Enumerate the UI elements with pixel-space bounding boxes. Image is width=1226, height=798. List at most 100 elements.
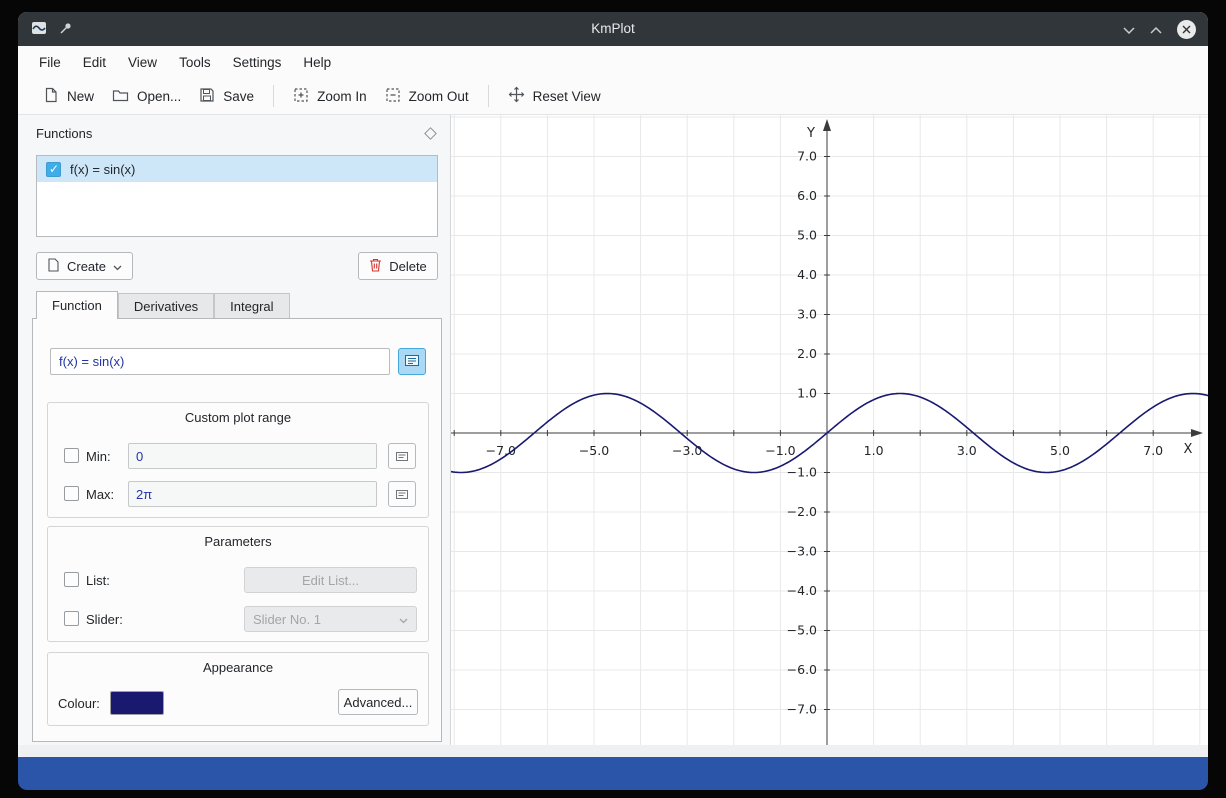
- svg-text:7.0: 7.0: [797, 149, 817, 164]
- svg-text:4.0: 4.0: [797, 267, 817, 282]
- svg-text:−3.0: −3.0: [672, 443, 702, 458]
- function-list: f(x) = sin(x): [36, 155, 438, 237]
- tab-function[interactable]: Function: [36, 291, 118, 319]
- maximize-icon[interactable]: [1150, 22, 1162, 37]
- kmplot-window: KmPlot File Edit View Tools Settings Hel…: [18, 12, 1208, 757]
- open-button[interactable]: Open...: [103, 82, 190, 111]
- zoom-in-button[interactable]: Zoom In: [284, 82, 376, 111]
- plot-area[interactable]: −7.0−5.0−3.0−1.01.03.05.07.07.06.05.04.0…: [450, 115, 1208, 745]
- equation-input[interactable]: [50, 348, 390, 375]
- function-label: f(x) = sin(x): [70, 162, 135, 177]
- svg-text:7.0: 7.0: [1143, 443, 1163, 458]
- shade-icon[interactable]: [1123, 22, 1135, 37]
- dock-title: Functions: [36, 126, 426, 141]
- min-checkbox[interactable]: [64, 448, 79, 463]
- svg-text:2.0: 2.0: [797, 346, 817, 361]
- menubar: File Edit View Tools Settings Help: [18, 46, 1208, 78]
- toolbar-separator: [488, 85, 489, 107]
- max-editor-button[interactable]: [388, 481, 416, 507]
- equation-editor-button[interactable]: [398, 348, 426, 375]
- reset-view-button[interactable]: Reset View: [499, 81, 610, 111]
- zoom-out-button[interactable]: Zoom Out: [376, 82, 478, 111]
- slider-combobox[interactable]: Slider No. 1: [244, 606, 417, 632]
- svg-text:1.0: 1.0: [864, 443, 884, 458]
- group-title: Custom plot range: [48, 403, 428, 425]
- svg-text:3.0: 3.0: [957, 443, 977, 458]
- chevron-down-icon: [113, 259, 122, 274]
- svg-text:−2.0: −2.0: [787, 504, 817, 519]
- svg-text:−6.0: −6.0: [787, 662, 817, 677]
- appearance-group: Appearance Colour: Advanced...: [47, 652, 429, 726]
- svg-text:−1.0: −1.0: [787, 465, 817, 480]
- save-button[interactable]: Save: [190, 82, 263, 111]
- svg-text:−1.0: −1.0: [765, 443, 795, 458]
- menu-edit[interactable]: Edit: [72, 50, 117, 75]
- min-editor-button[interactable]: [388, 443, 416, 469]
- menu-view[interactable]: View: [117, 50, 168, 75]
- open-folder-icon: [112, 87, 129, 106]
- toolbar: New Open... Save Zoom In Zoom Out Reset …: [18, 78, 1208, 115]
- functions-dock: Functions f(x) = sin(x) Create Delete Fu…: [18, 115, 450, 745]
- function-tab-page: Custom plot range Min: Max: Parameters L…: [32, 318, 442, 742]
- list-checkbox[interactable]: [64, 572, 79, 587]
- list-label: List:: [86, 573, 110, 588]
- dock-float-icon[interactable]: [424, 127, 437, 140]
- svg-text:X: X: [1184, 442, 1193, 457]
- menu-help[interactable]: Help: [292, 50, 342, 75]
- toolbar-separator: [273, 85, 274, 107]
- menu-settings[interactable]: Settings: [222, 50, 293, 75]
- titlebar: KmPlot: [18, 12, 1208, 46]
- tab-derivatives[interactable]: Derivatives: [118, 293, 214, 318]
- edit-list-button[interactable]: Edit List...: [244, 567, 417, 593]
- svg-text:−4.0: −4.0: [787, 583, 817, 598]
- svg-text:1.0: 1.0: [797, 386, 817, 401]
- function-list-item[interactable]: f(x) = sin(x): [37, 156, 437, 182]
- menu-file[interactable]: File: [28, 50, 72, 75]
- reset-view-icon: [508, 86, 525, 106]
- parameters-group: Parameters List: Edit List... Slider: Sl…: [47, 526, 429, 642]
- advanced-button[interactable]: Advanced...: [338, 689, 418, 715]
- min-label: Min:: [86, 449, 111, 464]
- svg-text:−5.0: −5.0: [579, 443, 609, 458]
- formula-icon: [396, 487, 408, 502]
- svg-text:−3.0: −3.0: [787, 544, 817, 559]
- menu-tools[interactable]: Tools: [168, 50, 222, 75]
- plot-svg: −7.0−5.0−3.0−1.01.03.05.07.07.06.05.04.0…: [451, 115, 1208, 745]
- slider-checkbox[interactable]: [64, 611, 79, 626]
- equation-editor-icon: [405, 354, 419, 369]
- new-button[interactable]: New: [34, 82, 103, 111]
- svg-text:−7.0: −7.0: [787, 702, 817, 717]
- trash-icon: [369, 258, 382, 275]
- formula-icon: [396, 449, 408, 464]
- window-title: KmPlot: [18, 12, 1208, 46]
- svg-text:−5.0: −5.0: [787, 623, 817, 638]
- editor-tabs: Function Derivatives Integral: [36, 291, 290, 318]
- save-icon: [199, 87, 215, 106]
- svg-text:−7.0: −7.0: [486, 443, 516, 458]
- zoom-out-icon: [385, 87, 401, 106]
- svg-text:Y: Y: [806, 126, 815, 141]
- colour-swatch-button[interactable]: [110, 691, 164, 715]
- max-checkbox[interactable]: [64, 486, 79, 501]
- tab-integral[interactable]: Integral: [214, 293, 289, 318]
- svg-text:3.0: 3.0: [797, 307, 817, 322]
- max-label: Max:: [86, 487, 114, 502]
- slider-label: Slider:: [86, 612, 123, 627]
- svg-text:5.0: 5.0: [797, 228, 817, 243]
- desktop-strip: [18, 757, 1208, 790]
- svg-text:5.0: 5.0: [1050, 443, 1070, 458]
- create-button[interactable]: Create: [36, 252, 133, 280]
- zoom-in-icon: [293, 87, 309, 106]
- group-title: Appearance: [48, 653, 428, 675]
- colour-label: Colour:: [58, 696, 100, 711]
- function-checkbox[interactable]: [46, 162, 61, 177]
- create-document-icon: [47, 258, 60, 275]
- group-title: Parameters: [48, 527, 428, 549]
- chevron-down-icon: [399, 612, 408, 627]
- delete-button[interactable]: Delete: [358, 252, 438, 280]
- new-document-icon: [43, 87, 59, 106]
- close-button[interactable]: [1177, 20, 1196, 39]
- max-input[interactable]: [128, 481, 377, 507]
- custom-plot-range-group: Custom plot range Min: Max:: [47, 402, 429, 518]
- min-input[interactable]: [128, 443, 377, 469]
